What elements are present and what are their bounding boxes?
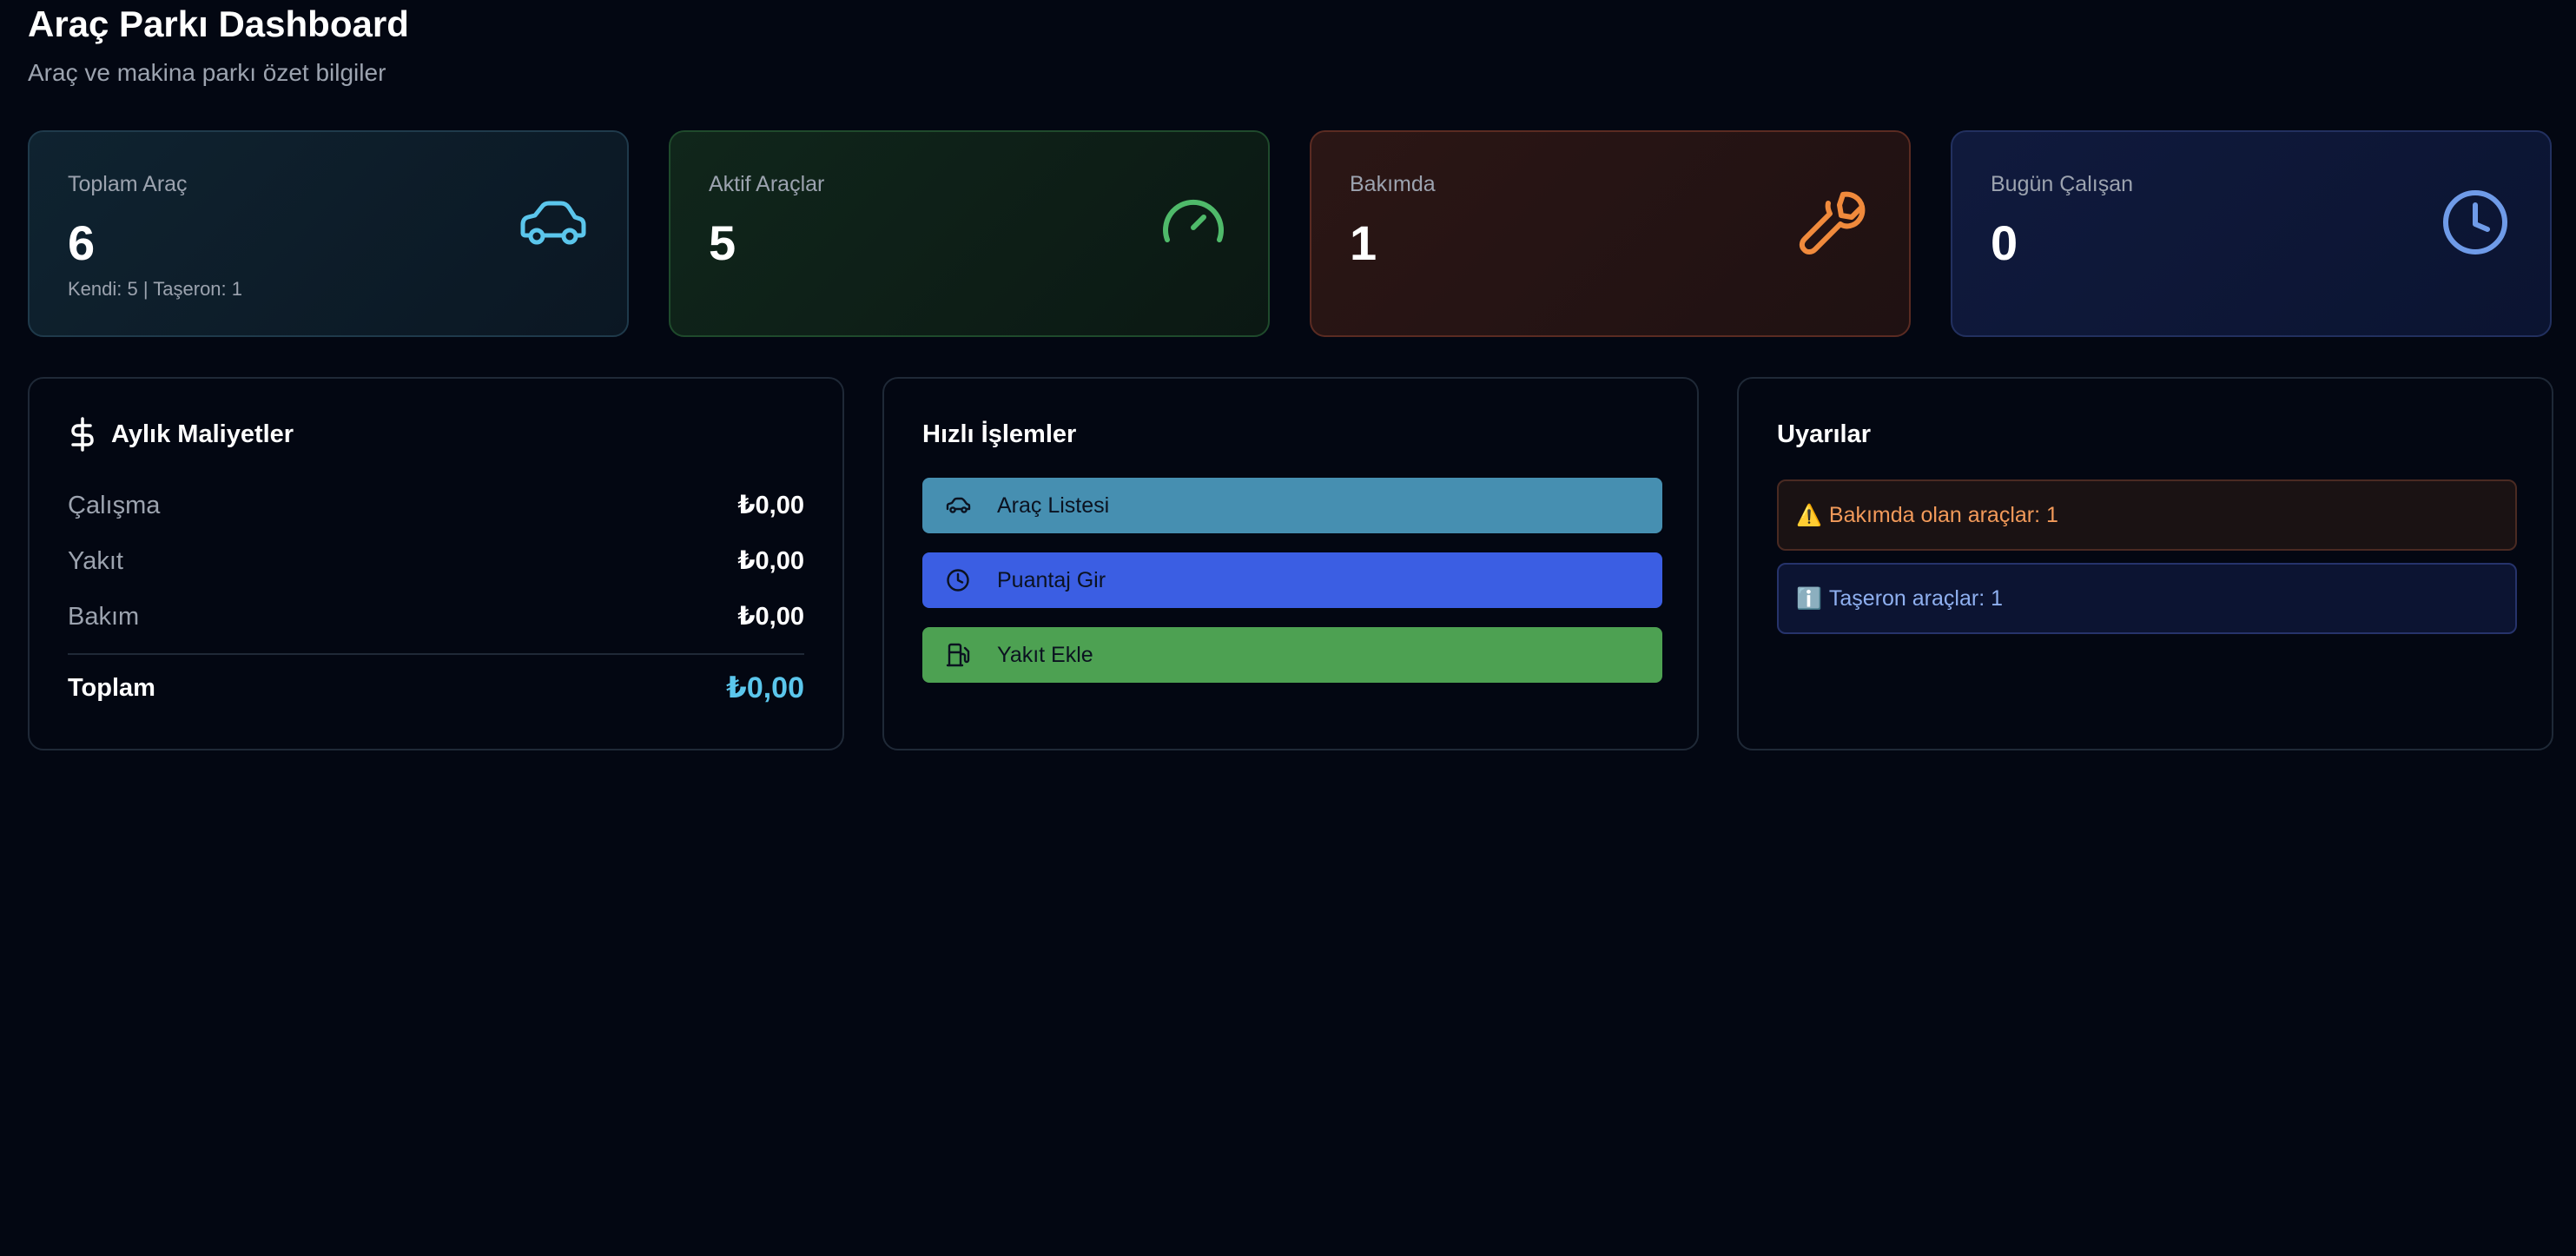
stat-card-active-vehicles: Aktif Araçlar 5 xyxy=(669,130,1270,337)
cost-label: Bakım xyxy=(68,603,140,631)
warning-icon: ⚠️ xyxy=(1796,503,1822,527)
panel-title: Uyarılar xyxy=(1777,420,1872,448)
alert-text: Taşeron araçlar: 1 xyxy=(1828,585,2003,611)
dollar-icon xyxy=(71,417,94,452)
button-label: Puantaj Gir xyxy=(997,567,1106,592)
cost-row: Çalışma ₺0,00 xyxy=(68,490,804,521)
gauge-icon xyxy=(1157,186,1230,259)
subcontractor-alert[interactable]: ℹ️ Taşeron araçlar: 1 xyxy=(1777,563,2517,634)
stat-value: 5 xyxy=(709,215,736,270)
cost-value: ₺0,00 xyxy=(737,547,804,575)
cost-value: ₺0,00 xyxy=(737,603,804,631)
cost-row: Bakım ₺0,00 xyxy=(68,601,804,632)
divider xyxy=(68,653,804,655)
clock-icon xyxy=(947,569,969,592)
stat-label: Aktif Araçlar xyxy=(709,172,825,196)
page-title: Araç Parkı Dashboard xyxy=(28,3,409,44)
dashboard-page: Araç Parkı Dashboard Araç ve makina park… xyxy=(0,0,2576,1256)
quick-actions-panel: Hızlı İşlemler Araç Listesi Puantaj Gir xyxy=(882,377,1699,750)
fuel-icon xyxy=(946,643,970,667)
cost-row: Yakıt ₺0,00 xyxy=(68,545,804,577)
car-icon xyxy=(516,186,589,259)
stat-value: 0 xyxy=(1991,215,2018,270)
panel-title: Hızlı İşlemler xyxy=(922,420,1077,448)
wrench-icon xyxy=(1798,186,1871,259)
total-value: ₺0,00 xyxy=(726,671,804,704)
cost-label: Yakıt xyxy=(68,547,123,575)
maintenance-alert[interactable]: ⚠️ Bakımda olan araçlar: 1 xyxy=(1777,479,2517,551)
page-subtitle: Araç ve makina parkı özet bilgiler xyxy=(28,59,386,86)
stat-label: Bakımda xyxy=(1350,172,1436,196)
total-label: Toplam xyxy=(68,674,155,702)
info-icon: ℹ️ xyxy=(1796,586,1822,611)
alerts-panel: Uyarılar ⚠️ Bakımda olan araçlar: 1 ℹ️ T… xyxy=(1737,377,2553,750)
stat-value: 6 xyxy=(68,215,96,270)
button-label: Yakıt Ekle xyxy=(997,642,1093,667)
enter-timesheet-button[interactable]: Puantaj Gir xyxy=(922,552,1662,608)
cost-value: ₺0,00 xyxy=(737,492,804,519)
panel-header: Hızlı İşlemler xyxy=(922,417,1076,452)
stat-card-working-today: Bugün Çalışan 0 xyxy=(1951,130,2552,337)
stat-label: Toplam Araç xyxy=(68,172,188,196)
vehicle-list-button[interactable]: Araç Listesi xyxy=(922,478,1662,533)
add-fuel-button[interactable]: Yakıt Ekle xyxy=(922,627,1662,683)
stat-subtext: Kendi: 5 | Taşeron: 1 xyxy=(68,278,242,300)
panel-header: Aylık Maliyetler xyxy=(68,417,294,452)
cost-label: Çalışma xyxy=(68,492,161,519)
stat-card-in-maintenance: Bakımda 1 xyxy=(1310,130,1911,337)
stat-label: Bugün Çalışan xyxy=(1991,172,2134,196)
clock-icon xyxy=(2439,186,2512,259)
panel-header: Uyarılar xyxy=(1777,417,1871,452)
monthly-costs-panel: Aylık Maliyetler Çalışma ₺0,00 Yakıt ₺0,… xyxy=(28,377,844,750)
cost-total-row: Toplam ₺0,00 xyxy=(68,672,804,704)
button-label: Araç Listesi xyxy=(997,492,1110,518)
car-icon xyxy=(946,497,971,513)
alert-text: Bakımda olan araçlar: 1 xyxy=(1828,502,2058,527)
panel-title: Aylık Maliyetler xyxy=(111,420,294,448)
stat-value: 1 xyxy=(1350,215,1377,270)
stat-card-total-vehicles: Toplam Araç 6 Kendi: 5 | Taşeron: 1 xyxy=(28,130,629,337)
